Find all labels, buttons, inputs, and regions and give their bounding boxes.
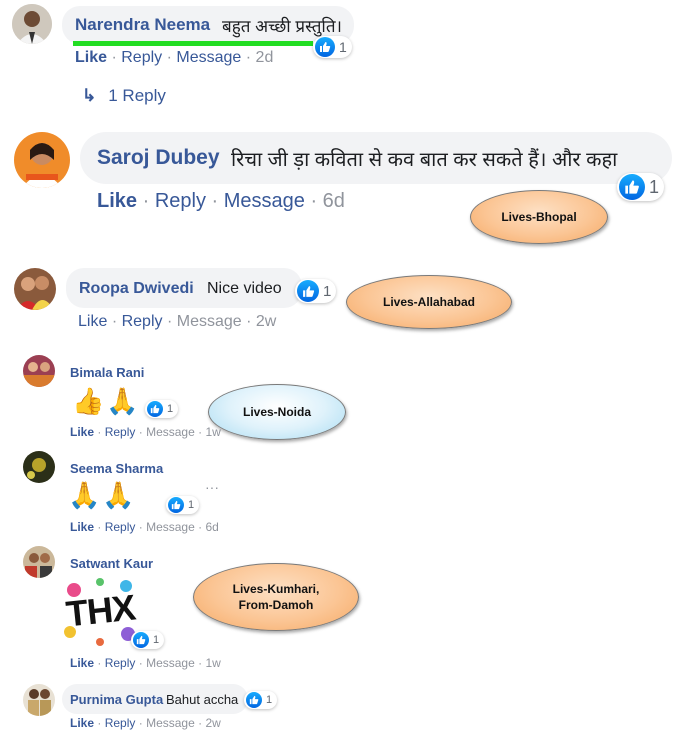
reaction-count[interactable]: 1 (145, 400, 179, 418)
person-photo-icon (14, 132, 70, 188)
like-reaction-icon (246, 692, 262, 708)
commenter-name[interactable]: Roopa Dwivedi (79, 280, 194, 298)
comment-actions: Like · Reply · Message · 6d (97, 190, 345, 212)
reply-link[interactable]: Reply (121, 49, 162, 66)
like-link[interactable]: Like (70, 520, 94, 534)
person-photo-icon (14, 268, 56, 310)
timestamp[interactable]: 1w (205, 656, 220, 670)
reply-link[interactable]: Reply (155, 190, 206, 212)
timestamp[interactable]: 6d (323, 190, 345, 212)
comment-actions: Like · Reply · Message · 2w (70, 716, 221, 730)
message-link[interactable]: Message (146, 520, 195, 534)
message-link[interactable]: Message (177, 313, 242, 330)
like-link[interactable]: Like (70, 425, 94, 439)
person-photo-icon (23, 546, 55, 578)
highlight-underline (73, 41, 313, 46)
comment-bubble: Roopa Dwivedi Nice video (66, 268, 302, 308)
person-photo-icon (12, 4, 52, 44)
like-reaction-icon (297, 280, 319, 302)
message-link[interactable]: Message (146, 656, 195, 670)
commenter-name[interactable]: Satwant Kaur (70, 556, 153, 571)
person-photo-icon (23, 355, 55, 387)
avatar[interactable] (23, 546, 55, 578)
timestamp[interactable]: 6d (205, 520, 218, 534)
location-annotation: Lives-Bhopal (470, 190, 608, 244)
like-reaction-icon (168, 497, 184, 513)
like-link[interactable]: Like (75, 49, 107, 66)
comment-bubble: Saroj Dubey रिचा जी ड़ा कविता से कव बात … (80, 132, 672, 184)
like-link[interactable]: Like (70, 716, 94, 730)
commenter-name[interactable]: Bimala Rani (70, 365, 144, 380)
emoji-comment: 🙏🙏 (68, 480, 137, 510)
comment-text: Nice video (207, 280, 282, 297)
reaction-number: 1 (153, 634, 160, 646)
commenter-name[interactable]: Purnima Gupta (70, 692, 163, 707)
reaction-number: 1 (266, 694, 273, 706)
comment-text: रिचा जी ड़ा कविता से कव बात कर सकते हैं।… (231, 149, 618, 171)
replies-count: 1 Reply (108, 86, 166, 105)
reply-link[interactable]: Reply (105, 656, 136, 670)
like-reaction-icon (133, 632, 149, 648)
comment-actions: Like · Reply · Message · 2w (78, 313, 277, 330)
reaction-count[interactable]: 1 (617, 173, 665, 201)
avatar[interactable] (23, 355, 55, 387)
timestamp[interactable]: 2w (205, 716, 220, 730)
person-photo-icon (23, 684, 55, 716)
commenter-name[interactable]: Saroj Dubey (97, 146, 220, 170)
avatar[interactable] (23, 451, 55, 483)
reaction-number: 1 (167, 403, 174, 415)
person-photo-icon (23, 451, 55, 483)
message-link[interactable]: Message (176, 49, 241, 66)
reaction-number: 1 (339, 39, 347, 55)
comment-bubble: Narendra Neema बहुत अच्छी प्रस्तुति। (62, 6, 354, 44)
avatar[interactable] (12, 4, 52, 44)
reply-link[interactable]: Reply (105, 520, 136, 534)
avatar[interactable] (23, 684, 55, 716)
reaction-count[interactable]: 1 (295, 279, 337, 303)
message-link[interactable]: Message (224, 190, 305, 212)
reply-arrow-icon: ↳ (82, 86, 97, 105)
reaction-count[interactable]: 1 (313, 36, 352, 58)
reaction-count[interactable]: 1 (166, 496, 200, 514)
reaction-count[interactable]: 1 (131, 631, 165, 649)
reaction-number: 1 (649, 176, 660, 197)
like-reaction-icon (315, 37, 335, 57)
location-annotation: Lives-Allahabad (346, 275, 512, 329)
comment-text: बहुत अच्छी प्रस्तुति। (222, 17, 342, 36)
comment-actions: Like · Reply · Message · 1w (70, 425, 221, 439)
annotation-text: Lives-Kumhari, From-Damoh (232, 582, 320, 612)
sticker-text: THX (63, 586, 137, 635)
timestamp[interactable]: 2d (256, 49, 274, 66)
avatar[interactable] (14, 268, 56, 310)
reaction-count[interactable]: 1 (244, 691, 278, 709)
comment-actions: Like · Reply · Message · 2d (75, 49, 274, 66)
reply-link[interactable]: Reply (105, 425, 136, 439)
timestamp[interactable]: 2w (256, 313, 276, 330)
message-link[interactable]: Message (146, 716, 195, 730)
comment-actions: Like · Reply · Message · 6d (70, 520, 219, 534)
reply-link[interactable]: Reply (122, 313, 163, 330)
location-annotation: Lives-Kumhari, From-Damoh (193, 563, 359, 631)
location-annotation: Lives-Noida (208, 384, 346, 440)
like-reaction-icon (147, 401, 163, 417)
reaction-number: 1 (323, 282, 332, 300)
comment-actions: Like · Reply · Message · 1w (70, 656, 221, 670)
like-link[interactable]: Like (97, 190, 137, 212)
reaction-number: 1 (188, 499, 195, 511)
comment-bubble: Purnima Gupta Bahut accha (62, 684, 248, 714)
message-link[interactable]: Message (146, 425, 195, 439)
comment-text: Bahut accha (166, 692, 239, 707)
like-reaction-icon (619, 174, 645, 200)
reply-link[interactable]: Reply (105, 716, 136, 730)
commenter-name[interactable]: Seema Sharma (70, 461, 163, 476)
like-link[interactable]: Like (70, 656, 94, 670)
commenter-name[interactable]: Narendra Neema (75, 15, 210, 35)
avatar[interactable] (14, 132, 70, 188)
like-link[interactable]: Like (78, 313, 107, 330)
thx-sticker: THX (62, 576, 137, 646)
more-options-icon[interactable]: ··· (205, 479, 219, 495)
view-replies-link[interactable]: ↳ 1 Reply (82, 86, 166, 106)
emoji-comment: 👍🙏 (72, 386, 141, 416)
